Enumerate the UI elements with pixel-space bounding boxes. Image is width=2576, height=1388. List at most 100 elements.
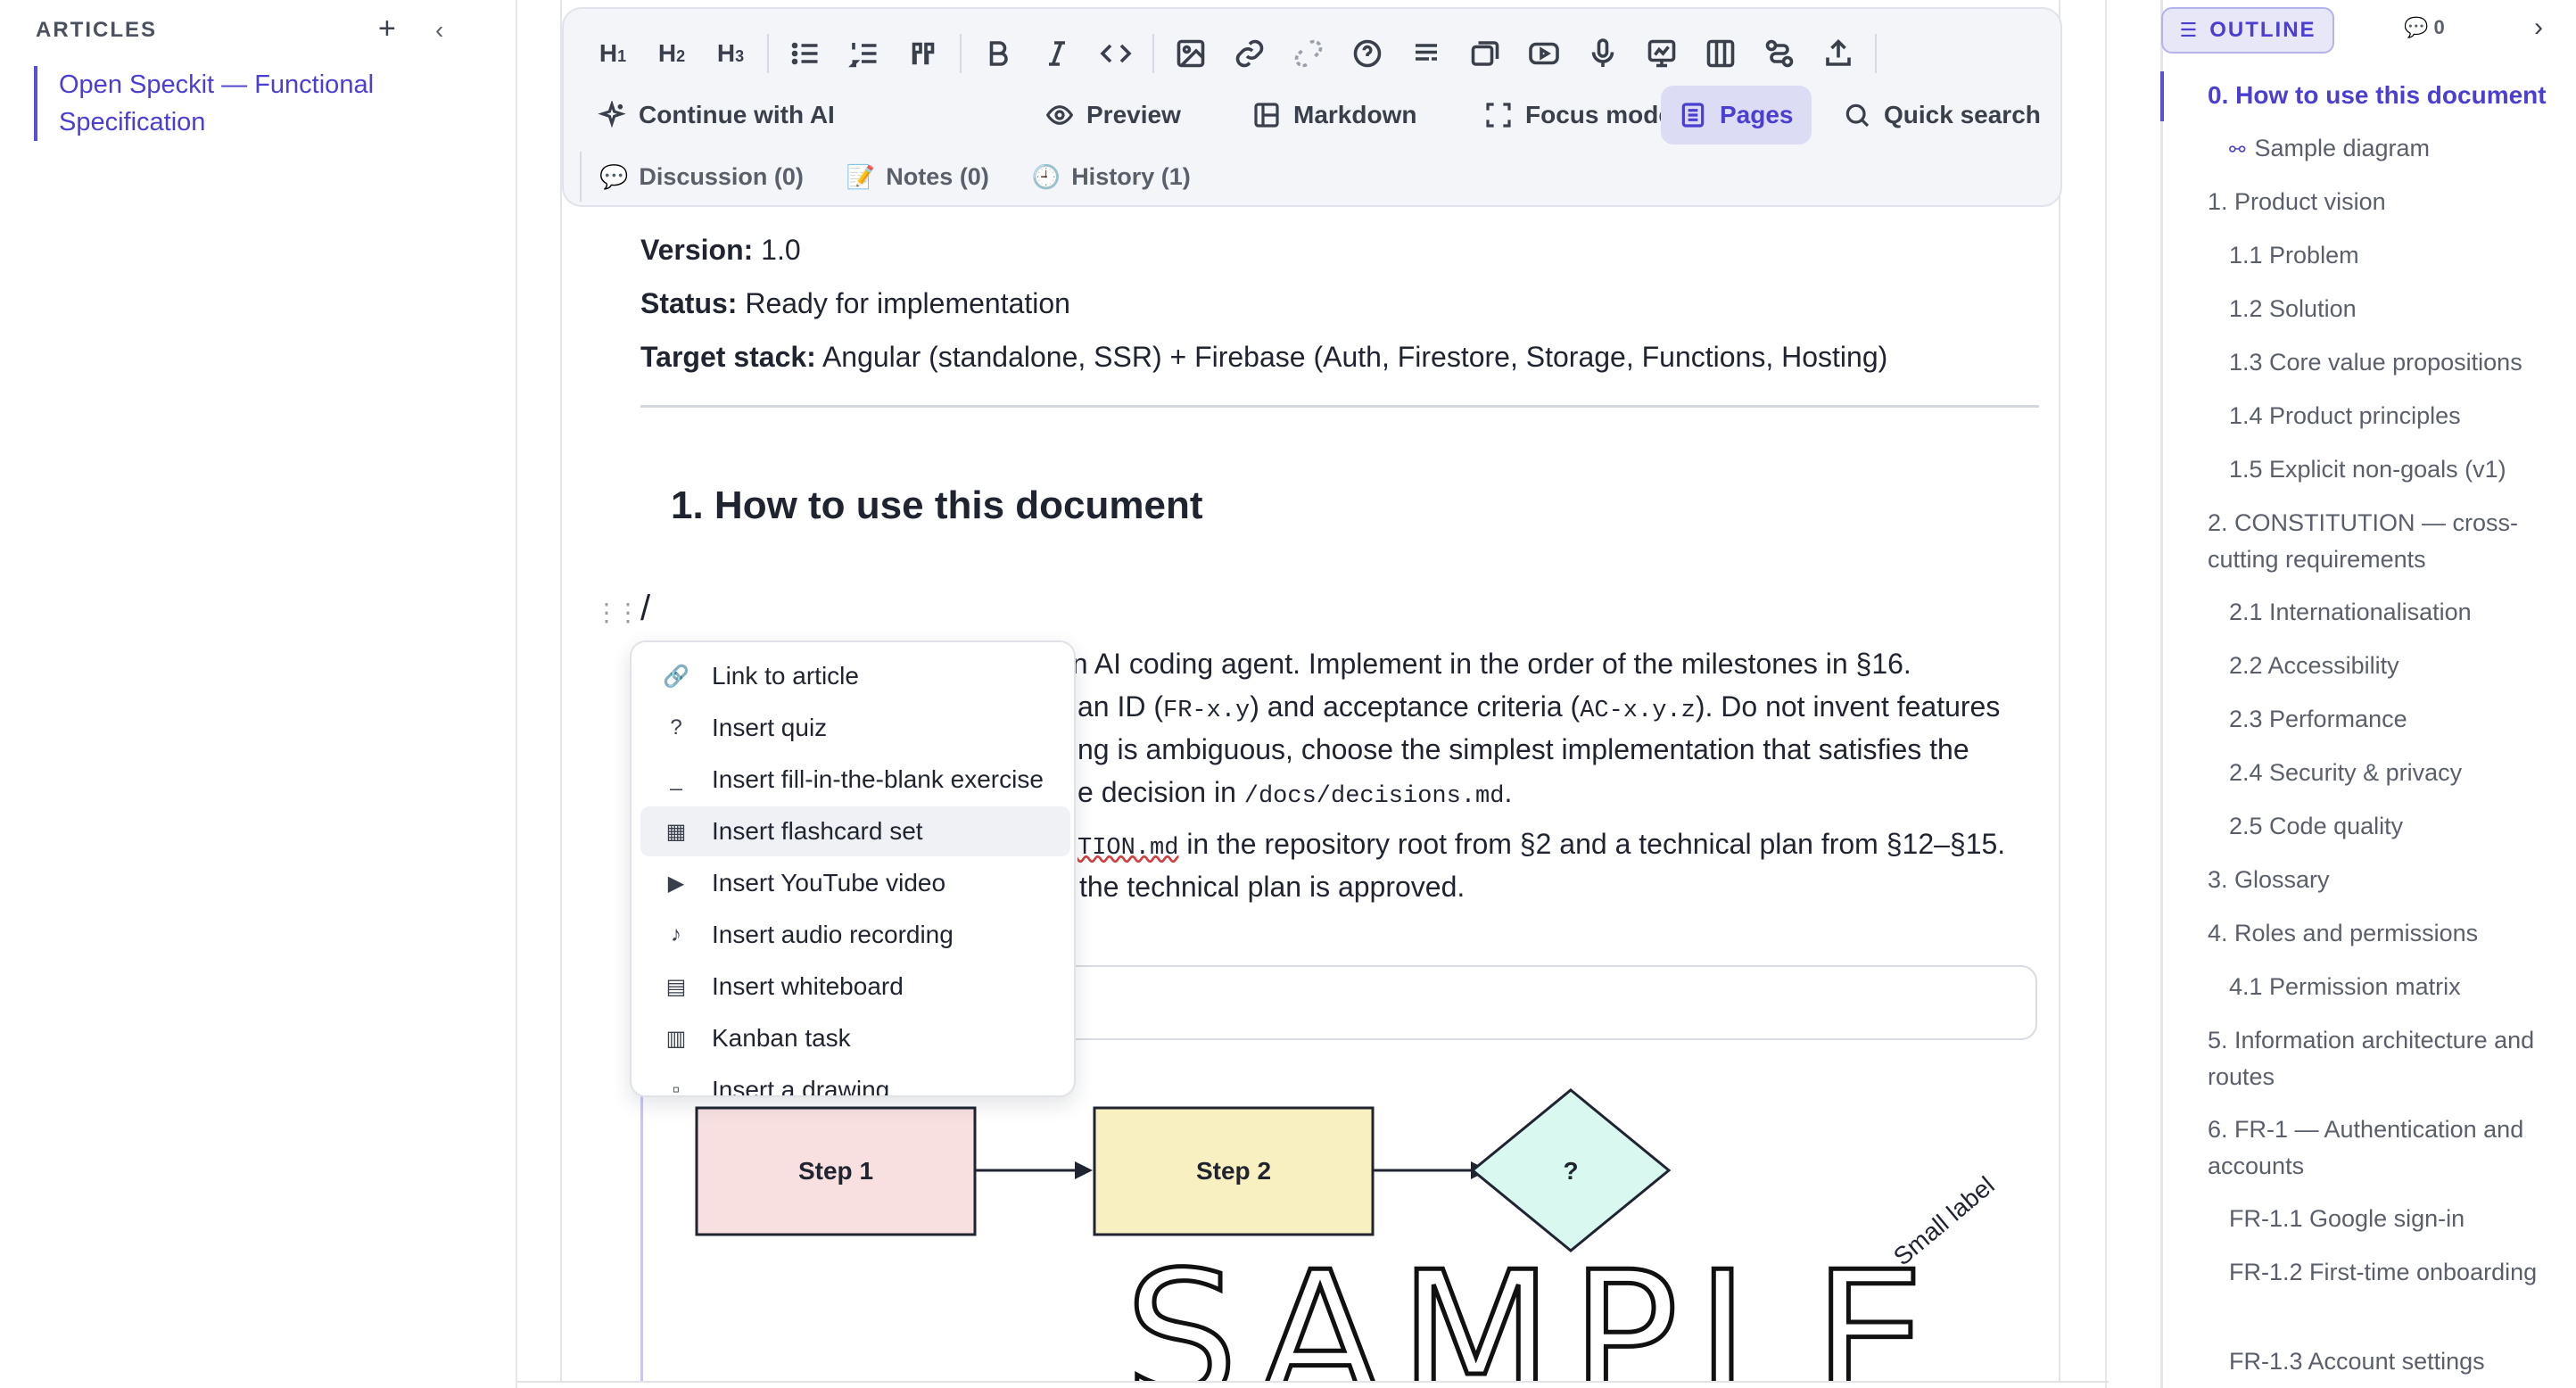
outline-item[interactable]: 2. CONSTITUTION — cross-cutting requirem… [2208, 505, 2564, 578]
outline-item[interactable]: 1.3 Core value propositions [2229, 344, 2576, 381]
comment-count[interactable]: 💬 0 [2404, 16, 2445, 39]
divider [1152, 34, 1154, 73]
play-icon: ▶ [667, 871, 685, 896]
note-icon: 📝 [846, 162, 876, 190]
chevron-right-icon[interactable]: › [2534, 12, 2543, 43]
notes-button[interactable]: 📝 Notes (0) [846, 163, 989, 191]
menu-item-kanban-task[interactable]: ▥ Kanban task [640, 1013, 1070, 1063]
editor-toolbar: H1 H2 H3 Continue with AI Preview Markdo… [562, 7, 2062, 207]
plus-icon[interactable]: + [378, 12, 396, 45]
focus-icon [1486, 103, 1511, 128]
version-line: Version: 1.0 [640, 234, 801, 266]
outline-item[interactable]: 1. Product vision [2208, 184, 2564, 220]
whiteboard-icon: ▤ [665, 974, 687, 999]
slash-command-input[interactable]: / [640, 589, 650, 629]
focus-mode-button[interactable]: Focus mode [1466, 86, 1690, 145]
outline-item[interactable]: 4. Roles and permissions [2208, 915, 2564, 952]
preview-button[interactable]: Preview [1028, 86, 1199, 145]
menu-item-insert-quiz[interactable]: ? Insert quiz [640, 703, 1070, 753]
markdown-icon [1254, 103, 1279, 128]
code-icon[interactable] [1086, 29, 1145, 78]
quote-icon[interactable] [894, 29, 953, 78]
articles-header: ARTICLES [36, 18, 157, 42]
bullet-list-icon[interactable] [776, 29, 835, 78]
outline-item[interactable]: 2.2 Accessibility [2229, 648, 2576, 684]
menu-item-audio-recording[interactable]: ♪ Insert audio recording [640, 910, 1070, 960]
menu-item-link-to-article[interactable]: 🔗 Link to article [640, 651, 1070, 701]
divider [517, 1381, 2109, 1383]
kanban-icon: ▥ [665, 1026, 687, 1051]
menu-item-fill-in-blank[interactable]: _ Insert fill-in-the-blank exercise [640, 755, 1070, 805]
step2-label: Step 2 [1196, 1157, 1271, 1185]
outline-item[interactable]: 2.1 Internationalisation [2229, 594, 2576, 631]
drag-handle-icon[interactable]: ⋮⋮ [594, 598, 640, 627]
h3-button[interactable]: H3 [701, 39, 760, 68]
section-heading: 1. How to use this document [671, 483, 1203, 527]
continue-with-ai-button[interactable]: Continue with AI [580, 86, 853, 145]
columns-icon[interactable] [1691, 29, 1750, 78]
diagram-icon: ⚯ [2229, 138, 2246, 161]
horizontal-rule [640, 405, 2039, 408]
outline-item[interactable]: 3. Glossary [2208, 862, 2564, 898]
outline-item[interactable]: 5. Information architecture and routes [2208, 1022, 2564, 1095]
history-icon: 🕘 [1031, 162, 1061, 190]
article-link[interactable]: Open Speckit — Functional Specification [34, 66, 409, 141]
outline-toggle-button[interactable]: ☰ OUTLINE [2161, 7, 2334, 54]
formatting-row: H1 H2 H3 [583, 29, 1884, 78]
divider [1875, 34, 1877, 73]
paragraph-line: e decision in /docs/decisions.md. [1077, 776, 1513, 810]
whiteboard-icon[interactable] [1632, 29, 1691, 78]
divider [767, 34, 769, 73]
outline-item[interactable]: 1.1 Problem [2229, 237, 2576, 274]
articles-sidebar: ARTICLES + ‹ Open Speckit — Functional S… [0, 0, 516, 1388]
outline-item[interactable]: 6. FR-1 — Authentication and accounts [2208, 1111, 2564, 1185]
outline-item[interactable]: 2.3 Performance [2229, 701, 2576, 738]
editor-area: H1 H2 H3 Continue with AI Preview Markdo… [516, 0, 2109, 1388]
text-format-icon[interactable] [1397, 29, 1456, 78]
discussion-button[interactable]: 💬 Discussion (0) [599, 163, 804, 191]
diagram-icon[interactable] [1750, 29, 1809, 78]
chevron-left-icon[interactable]: ‹ [435, 14, 443, 46]
outline-item[interactable]: ⚯ Sample diagram [2229, 130, 2576, 168]
outline-item[interactable]: 1.2 Solution [2229, 291, 2576, 327]
outline-item[interactable]: FR-1.1 Google sign-in [2229, 1201, 2576, 1237]
outline-item[interactable]: 2.4 Security & privacy [2229, 755, 2576, 791]
menu-item-whiteboard[interactable]: ▤ Insert whiteboard [640, 962, 1070, 1012]
comment-icon: 💬 [599, 162, 629, 190]
flashcard-icon[interactable] [1456, 29, 1515, 78]
outline-item[interactable]: 4.1 Permission matrix [2229, 969, 2576, 1005]
outline-item[interactable]: 1.4 Product principles [2229, 398, 2576, 434]
pages-button[interactable]: Pages [1661, 86, 1812, 145]
eye-icon [1045, 105, 1074, 125]
menu-item-drawing[interactable]: ▫ Insert a drawing [640, 1065, 1070, 1095]
italic-icon[interactable] [1028, 29, 1086, 78]
h1-button[interactable]: H1 [583, 39, 642, 68]
menu-item-flashcard-set[interactable]: ▦ Insert flashcard set [640, 806, 1070, 856]
outline-item[interactable]: FR-1.3 Account settings [2229, 1343, 2576, 1380]
microphone-icon[interactable] [1573, 29, 1632, 78]
help-icon[interactable] [1338, 29, 1397, 78]
outline-item[interactable]: 0. How to use this document [2208, 77, 2564, 113]
bold-icon[interactable] [969, 29, 1028, 78]
paragraph-line: ng is ambiguous, choose the simplest imp… [1077, 733, 1969, 765]
search-icon [1845, 103, 1870, 128]
image-icon[interactable] [1161, 29, 1220, 78]
stack-line: Target stack: Angular (standalone, SSR) … [640, 341, 1888, 373]
link-icon[interactable] [1220, 29, 1279, 78]
h2-button[interactable]: H2 [642, 39, 701, 68]
slash-command-menu: 🔗 Link to article ? Insert quiz _ Insert fi… [630, 640, 1076, 1097]
youtube-icon[interactable] [1515, 29, 1573, 78]
menu-item-youtube-video[interactable]: ▶ Insert YouTube video [640, 858, 1070, 908]
export-icon[interactable] [1809, 29, 1868, 78]
comment-icon: 💬 [2404, 16, 2429, 38]
numbered-list-icon[interactable] [835, 29, 894, 78]
markdown-button[interactable]: Markdown [1234, 86, 1434, 145]
outline-item[interactable]: 1.5 Explicit non-goals (v1) [2229, 451, 2576, 488]
divider [960, 34, 962, 73]
quick-search-button[interactable]: Quick search [1825, 86, 2059, 145]
list-icon: ☰ [2179, 19, 2200, 41]
unlink-icon[interactable] [1279, 29, 1338, 78]
outline-item[interactable]: 2.5 Code quality [2229, 808, 2576, 845]
history-button[interactable]: 🕘 History (1) [1032, 163, 1191, 191]
outline-item[interactable]: FR-1.2 First-time onboarding [2229, 1254, 2576, 1291]
